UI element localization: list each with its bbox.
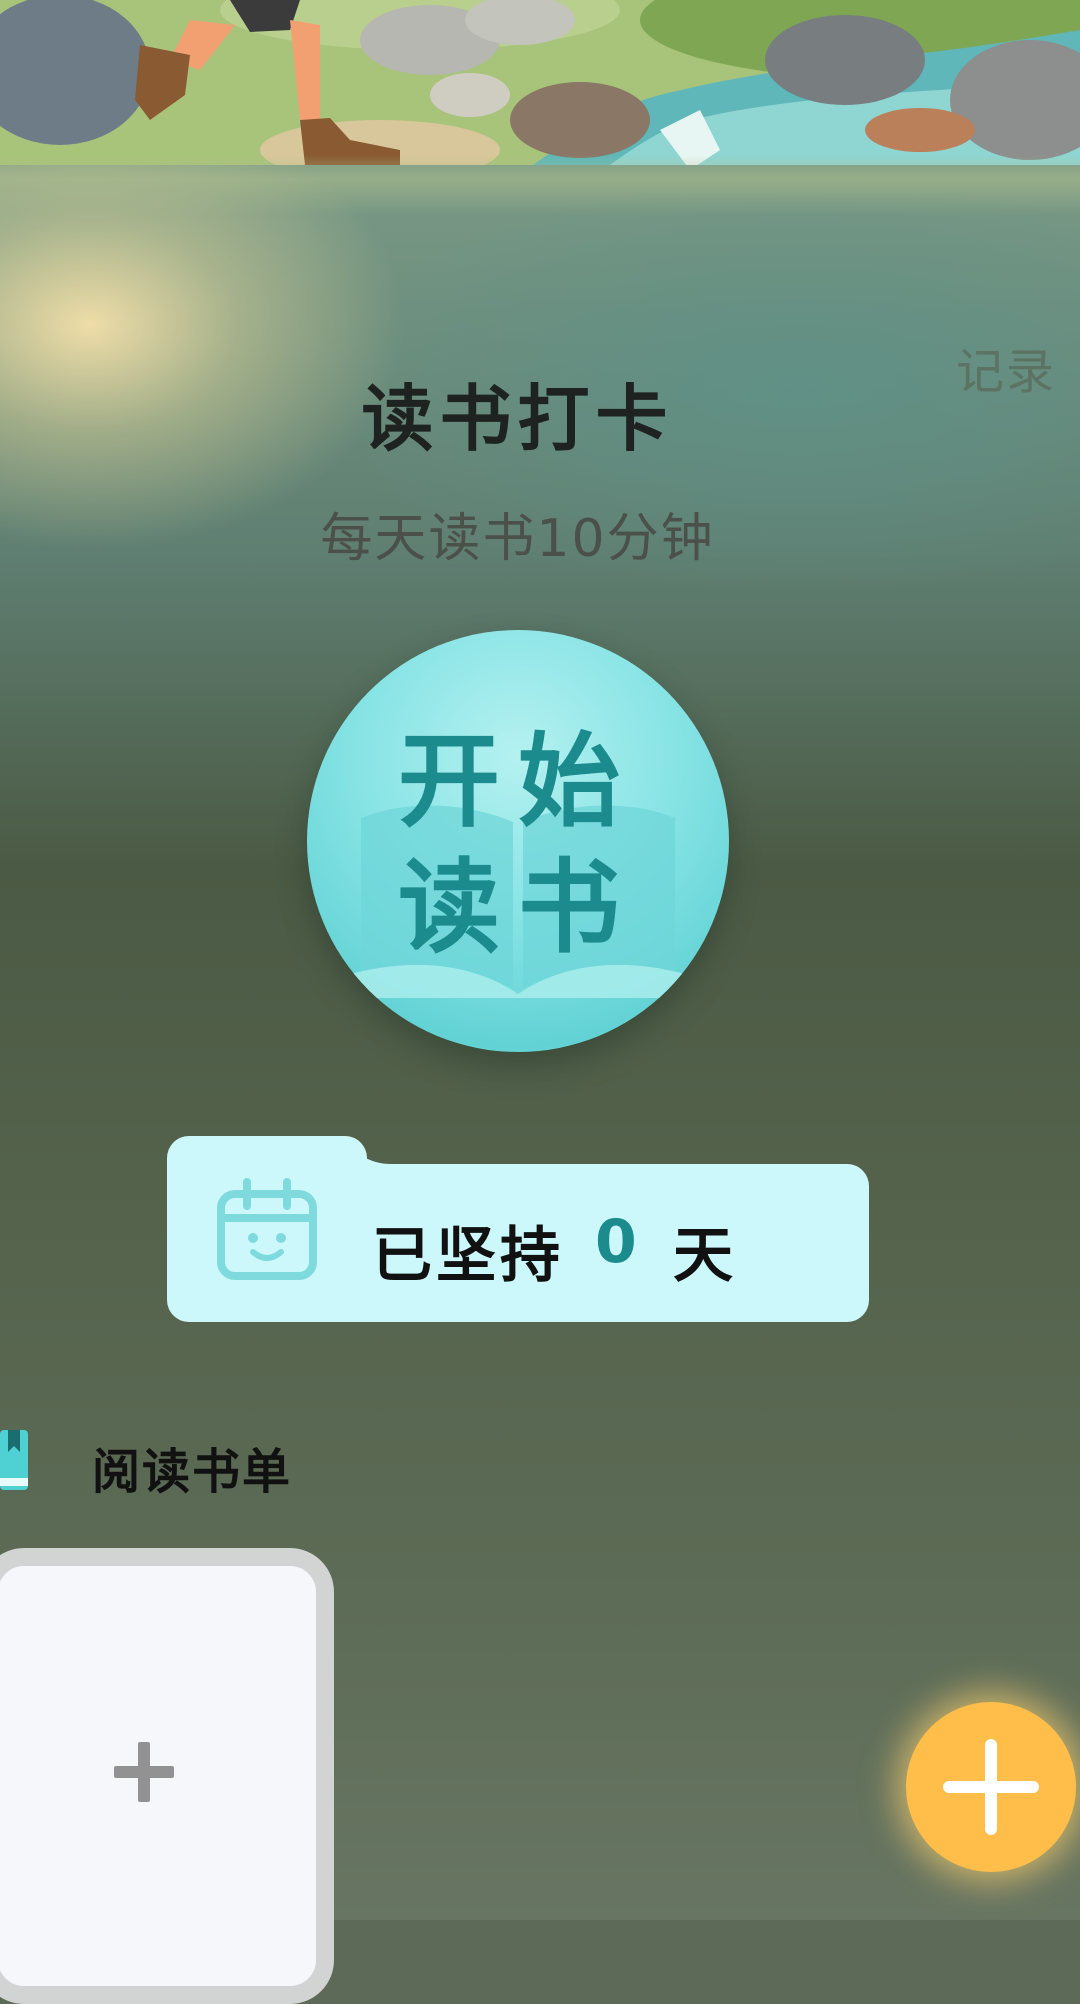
streak-label: 已坚持 — [372, 1221, 564, 1291]
streak-count: 0 — [595, 1207, 637, 1277]
reading-list-title: 阅读书单 — [92, 1444, 293, 1500]
book-list-icon — [0, 1430, 28, 1490]
add-fab-button[interactable] — [906, 1702, 1076, 1872]
plus-icon — [114, 1742, 174, 1802]
start-reading-button[interactable]: 开始 读书 — [307, 630, 729, 1052]
start-button-line2: 读书 — [398, 849, 638, 968]
calendar-smile-icon — [217, 1178, 317, 1280]
page-subtitle: 每天读书10分钟 — [320, 509, 715, 569]
streak-card-tab-slope — [300, 1136, 390, 1166]
start-button-line1: 开始 — [398, 723, 638, 842]
page-title: 读书打卡 — [361, 377, 674, 461]
panel-edge-glow — [0, 155, 1080, 215]
streak-unit: 天 — [673, 1221, 733, 1291]
plus-icon — [943, 1739, 1039, 1835]
